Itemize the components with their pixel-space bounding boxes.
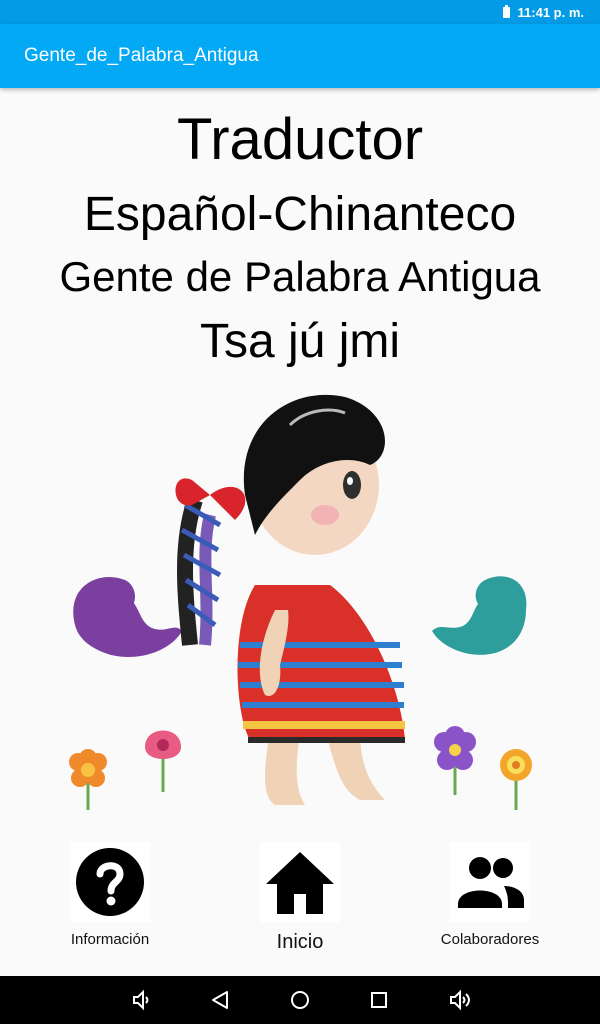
battery-icon: [502, 4, 510, 18]
recents-icon[interactable]: [367, 988, 391, 1012]
home-button[interactable]: [260, 842, 340, 922]
teal-swirl-icon: [432, 576, 527, 655]
app-bar: Gente_de_Palabra_Antigua: [0, 24, 600, 88]
people-icon: [458, 857, 524, 908]
title-people-name: Gente de Palabra Antigua: [59, 253, 541, 300]
info-button[interactable]: [70, 842, 150, 922]
nav-label-colaboradores: Colaboradores: [440, 931, 540, 948]
system-nav-bar: [0, 976, 600, 1024]
home-circle-icon[interactable]: [288, 988, 312, 1012]
home-icon: [266, 852, 334, 914]
flower-purple-right: [434, 726, 476, 795]
purple-swirl-icon: [73, 576, 182, 658]
nav-label-inicio: Inicio: [276, 931, 324, 953]
volume-up-icon[interactable]: [448, 988, 472, 1012]
status-bar: 11:41 p. m.: [0, 0, 600, 24]
title-traductor: Traductor: [176, 107, 424, 172]
status-time: 11:41 p. m.: [517, 4, 584, 20]
nav-informacion[interactable]: Información: [20, 842, 200, 948]
collaborators-button[interactable]: [450, 842, 530, 922]
flower-orange-left: [69, 749, 107, 810]
flower-pink-left: [145, 730, 181, 792]
nav-label-informacion: Información: [70, 931, 150, 948]
flower-yellow-right: [500, 749, 532, 810]
volume-down-icon[interactable]: [130, 988, 154, 1012]
back-icon[interactable]: [209, 988, 233, 1012]
question-circle-icon: [76, 848, 144, 916]
title-language-pair: Español-Chinanteco: [83, 188, 517, 241]
title-native-name: Tsa jú jmi: [199, 315, 401, 368]
nav-colaboradores[interactable]: Colaboradores: [400, 842, 580, 948]
app-title: Gente_de_Palabra_Antigua: [24, 45, 259, 66]
girl-illustration: [69, 394, 532, 810]
nav-inicio[interactable]: Inicio: [210, 842, 390, 954]
